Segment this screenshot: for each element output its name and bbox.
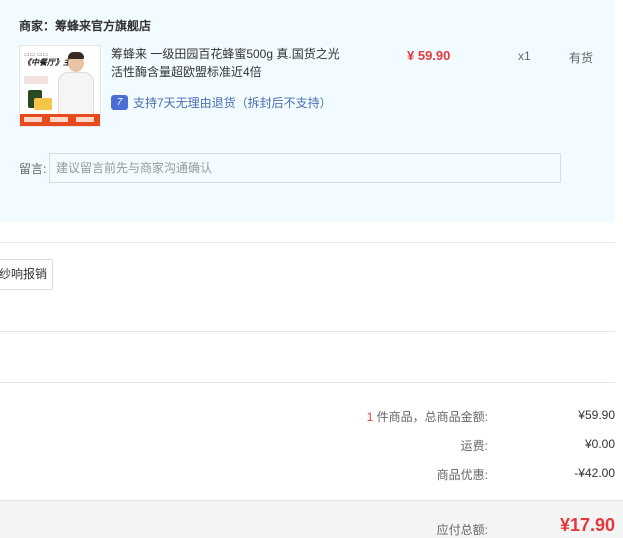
thumbnail-banner: [20, 114, 100, 126]
product-thumbnail[interactable]: ▭▭ ▭▭ 《中餐厅》主厨: [19, 45, 101, 127]
goods-total-label: 件商品，总商品金额:: [373, 410, 488, 424]
item-count-label: 1 件商品，总商品金额:: [367, 408, 488, 425]
product-quantity: x1: [518, 49, 531, 63]
payable-bar: [0, 500, 623, 538]
product-price: ¥ 59.90: [407, 48, 451, 63]
stock-status: 有货: [569, 51, 594, 65]
invoice-button[interactable]: 纱响报销: [0, 259, 53, 290]
product-title[interactable]: 筹蜂来 一级田园百花蜂蜜500g 真.国货之光 活性酶含量超欧盟标准近4倍: [111, 45, 351, 81]
shop-order-panel: 商家：筹蜂来官方旗舰店 ▭▭ ▭▭ 《中餐厅》主厨 筹蜂来 一级田园百花蜂蜜50…: [0, 0, 615, 222]
thumbnail-label-strip: [24, 76, 48, 84]
discount-label: 商品优惠:: [436, 468, 488, 482]
payable-total: ¥17.90: [559, 515, 615, 535]
chef-figure-icon: [58, 72, 94, 116]
payable-label: 应付总额:: [436, 523, 488, 537]
honey-dish-icon: [34, 98, 52, 110]
section-divider: [0, 331, 615, 332]
message-input[interactable]: [49, 153, 561, 183]
shipping-value: ¥0.00: [584, 437, 615, 451]
return-policy-icon: 7: [111, 95, 128, 110]
section-divider: [0, 242, 615, 243]
message-label: 留言:: [19, 162, 47, 176]
shop-name[interactable]: 商家：筹蜂来官方旗舰店: [19, 17, 151, 34]
chef-hair-icon: [68, 52, 84, 59]
discount-value: -¥42.00: [574, 466, 615, 480]
return-policy-text: 支持7天无理由退货（拆封后不支持）: [133, 96, 332, 110]
goods-total-value: ¥59.90: [578, 408, 615, 422]
shipping-label: 运费:: [460, 439, 488, 453]
section-divider: [0, 382, 615, 383]
